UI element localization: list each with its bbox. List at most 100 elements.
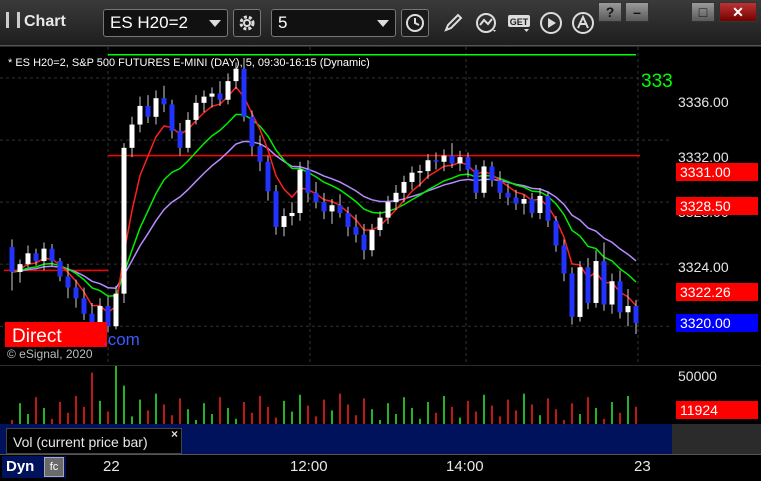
candle-body [345,212,351,227]
candle-body [561,245,567,274]
maximize-button[interactable]: □ [691,2,715,22]
alert-circle-icon [572,12,594,34]
title-bar: Chart ES H20=2 5 GET ? – □ ✕ [0,0,761,46]
candle [57,257,63,282]
candle-body [233,68,239,82]
candle [553,216,559,252]
candle [625,288,631,327]
candle [129,116,135,158]
indicator-lines [4,54,640,314]
candle-body [217,93,223,100]
volume-axis: 50000 11924 [672,366,761,424]
candle-body [393,192,399,203]
time-tick: 12:00 [290,458,328,475]
alerts-button[interactable] [569,10,597,36]
candle [273,185,279,235]
candle [193,95,199,125]
candle [161,85,167,113]
candle-body [289,212,295,217]
symbol-combo[interactable]: ES H20=2 [103,9,228,37]
candle-body [417,171,423,173]
candle [201,90,207,113]
candle-body [193,102,199,120]
candle [177,123,183,156]
play-button[interactable] [537,10,565,36]
candle-body [577,267,583,317]
candle [289,202,295,226]
candle-body [209,93,215,97]
close-button[interactable]: ✕ [719,2,757,22]
candle-body [481,166,487,193]
draw-tool-button[interactable] [439,10,467,36]
green-line-label: 333 [641,71,672,92]
time-template-button[interactable] [401,9,429,37]
candle [521,194,527,215]
minimize-button[interactable]: – [625,2,649,22]
candle-body [617,281,623,313]
candle [313,181,319,209]
gear-icon [239,15,255,31]
candle-body [425,160,431,172]
candle [561,239,567,282]
price-box-last: 3320.00 [676,314,758,332]
candle [337,194,343,218]
volume-pane[interactable] [0,366,672,424]
candle [9,239,15,291]
interval-combo[interactable]: 5 [271,9,396,37]
candle-body [249,116,255,147]
close-study-icon[interactable]: × [171,427,178,441]
candle [281,208,287,237]
chevron-down-icon[interactable] [377,20,389,27]
candle [593,250,599,308]
settings-button[interactable] [233,9,261,37]
candle-body [273,191,279,227]
candle [585,257,591,310]
candle [249,110,255,156]
candle [633,299,639,334]
fc-icon[interactable]: fc [44,457,64,477]
candle-body [529,199,535,213]
candle-body [33,253,39,262]
candle-body [361,234,367,251]
help-button[interactable]: ? [598,2,622,22]
time-tick: 14:00 [446,458,484,475]
candle-body [153,98,159,117]
candle-body [457,157,463,164]
price-axis[interactable]: 3336.00 3332.00 3328.00 3324.00 3331.00 … [672,47,761,365]
studies-button[interactable] [473,10,501,36]
candle [497,171,503,200]
chevron-down-icon[interactable] [209,20,221,27]
get-data-button[interactable]: GET [506,10,534,36]
candle [25,245,31,268]
candle-body [57,261,63,277]
candle [265,155,271,201]
time-tick: 22 [103,458,120,475]
candle-body [497,180,503,193]
price-tick: 3336.00 [678,94,729,110]
candle-body [401,181,407,193]
candle-body [521,199,527,204]
candle [137,96,143,133]
candle-body [377,217,383,231]
chart-window-title: Chart [6,12,66,31]
candle-body [265,161,271,192]
candle-body [185,119,191,148]
candle-body [321,202,327,212]
price-chart[interactable]: * ES H20=2, S&P 500 FUTURES E-MINI (DAY)… [0,47,672,365]
time-tick: 23 [634,458,651,475]
candle-body [337,205,343,213]
grip-icon[interactable] [6,12,20,28]
candle-body [449,155,455,164]
watermark-copyright: © eSignal, 2020 [7,347,93,361]
candle-body [385,202,391,218]
candle [153,90,159,125]
interval-value: 5 [278,13,288,32]
candle-body [601,261,607,305]
volume-study-label[interactable]: Vol (current price bar) [6,428,182,454]
study-chart-icon [476,13,496,33]
candle-body [305,169,311,193]
candle [321,192,327,220]
candle [169,99,175,139]
candle-body [257,146,263,162]
price-box-level: 3328.50 [676,197,758,215]
